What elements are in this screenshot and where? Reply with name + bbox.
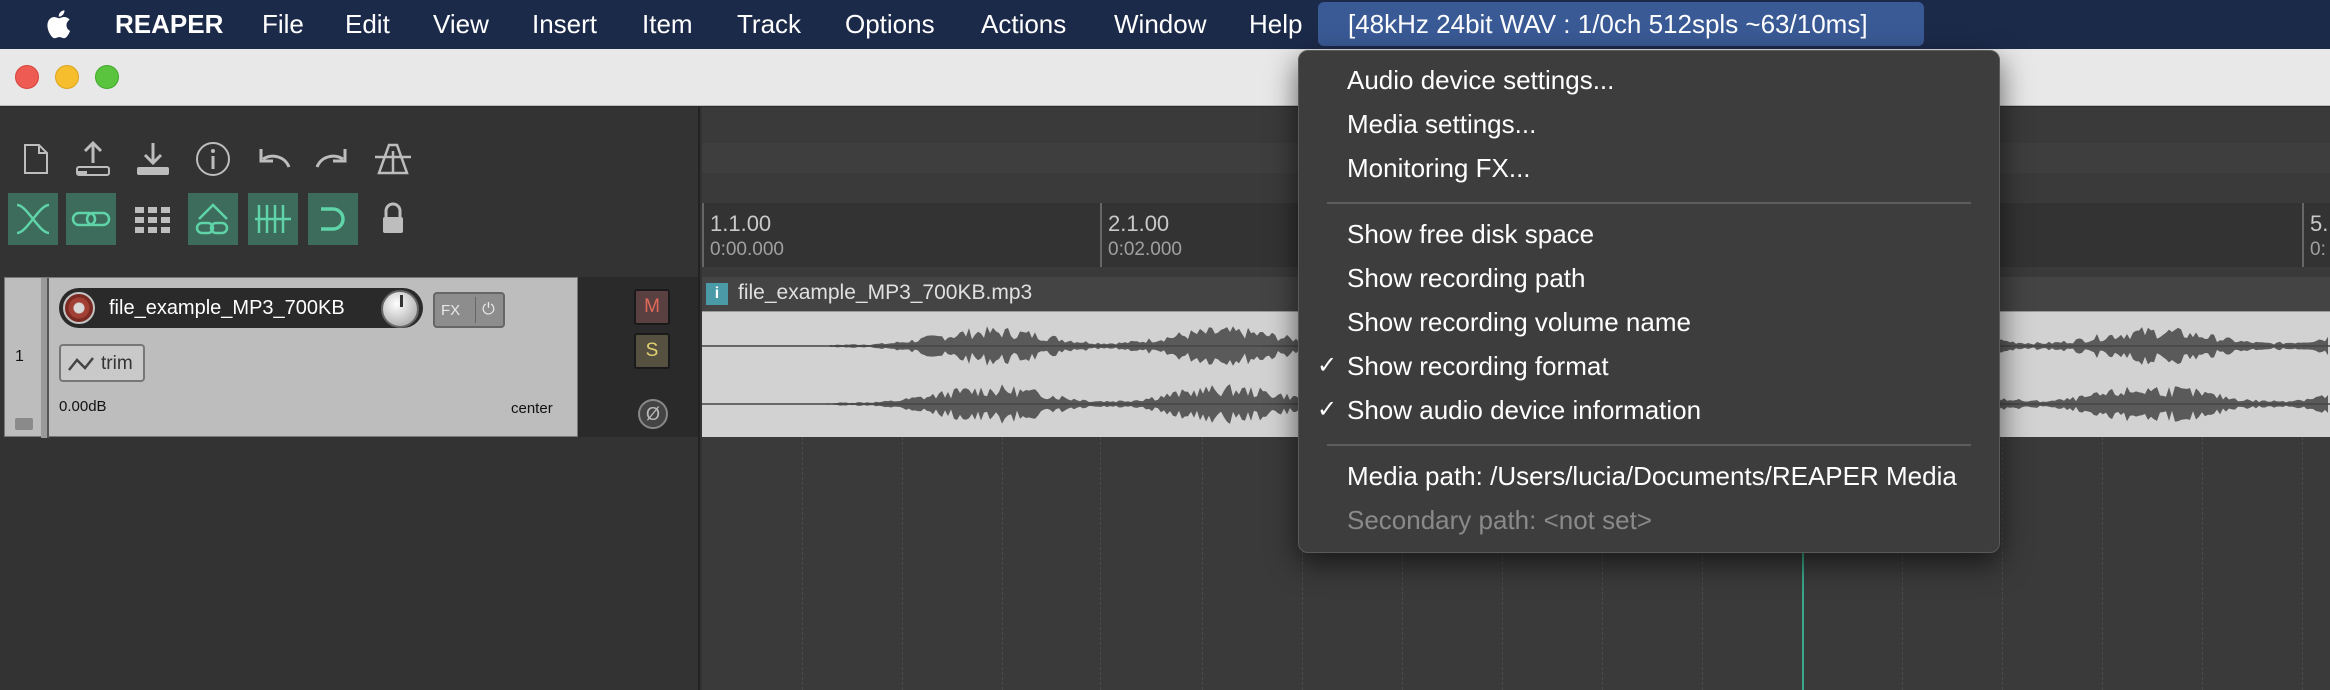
ripple-edit-icon <box>16 203 50 235</box>
checkmark-icon: ✓ <box>1317 396 1338 423</box>
menu-insert[interactable]: Insert <box>532 0 597 49</box>
menu-media-settings[interactable]: Media settings... <box>1347 109 1536 140</box>
menu-window[interactable]: Window <box>1114 0 1206 49</box>
menu-view[interactable]: View <box>433 0 489 49</box>
menu-monitoring-fx[interactable]: Monitoring FX... <box>1347 153 1531 184</box>
apple-icon[interactable] <box>42 7 72 41</box>
grouping-button[interactable] <box>66 193 116 245</box>
ruler-bar-label: 5. <box>2310 211 2329 236</box>
menu-actions[interactable]: Actions <box>981 0 1066 49</box>
track-control-area: 1 file_example_MP3_700KB FX ⏻ trim 0.00d… <box>0 107 700 690</box>
save-project-icon <box>137 143 169 175</box>
track-name[interactable]: file_example_MP3_700KB <box>109 288 345 328</box>
lock-icon <box>383 202 403 233</box>
ruler-tick <box>1100 203 1102 267</box>
volume-knob[interactable] <box>381 290 419 328</box>
record-arm-button[interactable] <box>63 292 95 324</box>
menu-secondary-path: Secondary path: <not set> <box>1347 505 1652 535</box>
envelope-link-button[interactable] <box>188 193 238 245</box>
menu-separator <box>1327 444 1971 446</box>
track-mute-solo-strip: M S Ø <box>578 277 698 437</box>
snap-icon <box>255 205 291 233</box>
zoom-window-button[interactable] <box>95 65 119 89</box>
loop-button[interactable] <box>308 193 358 245</box>
folder-icon[interactable] <box>15 418 33 430</box>
automation-mode-button[interactable]: trim <box>59 344 145 382</box>
phase-invert-button[interactable]: Ø <box>638 399 668 429</box>
ruler-bar-label: 2.1.00 <box>1108 211 1170 236</box>
ruler-tick <box>702 203 704 267</box>
fx-button[interactable]: FX ⏻ <box>433 292 505 328</box>
undo-icon <box>259 149 291 168</box>
menu-show-free-disk-space[interactable]: Show free disk space <box>1347 219 1594 250</box>
ruler-bar-label: 1.1.00 <box>710 211 772 236</box>
loop-icon <box>321 207 345 231</box>
snap-button[interactable] <box>248 193 298 245</box>
track-name-box: file_example_MP3_700KB <box>59 288 423 328</box>
menu-separator <box>1327 202 1971 204</box>
close-window-button[interactable] <box>15 65 39 89</box>
menu-file[interactable]: File <box>262 0 304 49</box>
metronome-icon <box>375 143 411 175</box>
fx-bypass-icon[interactable]: ⏻ <box>475 297 501 323</box>
open-project-icon <box>76 140 110 176</box>
fx-label: FX <box>441 302 461 319</box>
metronome-button[interactable] <box>368 133 418 185</box>
menu-options[interactable]: Options <box>845 0 935 49</box>
ruler-time-label: 0:00.000 <box>710 239 784 260</box>
project-info-icon <box>196 142 230 176</box>
pan-readout: center <box>511 400 553 417</box>
menu-audio-device-settings[interactable]: Audio device settings... <box>1347 65 1614 96</box>
grid-button[interactable] <box>128 193 178 245</box>
checkmark-icon: ✓ <box>1317 352 1338 379</box>
solo-button[interactable]: S <box>634 333 670 369</box>
lock-button[interactable] <box>368 193 418 245</box>
menu-app-name[interactable]: REAPER <box>115 0 223 49</box>
menu-show-recording-format[interactable]: Show recording format <box>1347 351 1609 382</box>
volume-readout: 0.00dB <box>59 398 107 415</box>
audio-status-menu[interactable]: [48kHz 24bit WAV : 1/0ch 512spls ~63/10m… <box>1318 2 1924 46</box>
grouping-icon <box>71 211 111 227</box>
ruler-time-label: 0:02.000 <box>1108 239 1182 260</box>
audio-status-dropdown: Audio device settings... Media settings.… <box>1298 50 2000 553</box>
new-project-button[interactable] <box>10 133 60 185</box>
menu-media-path[interactable]: Media path: /Users/lucia/Documents/REAPE… <box>1347 461 1957 492</box>
minimize-window-button[interactable] <box>55 65 79 89</box>
automation-mode-label: trim <box>101 353 133 374</box>
menu-show-recording-path[interactable]: Show recording path <box>1347 263 1585 294</box>
open-project-button[interactable] <box>68 133 118 185</box>
menu-edit[interactable]: Edit <box>345 0 390 49</box>
ripple-edit-button[interactable] <box>8 193 58 245</box>
ruler-time-label: 0: <box>2310 239 2326 260</box>
menu-help[interactable]: Help <box>1249 0 1302 49</box>
grid-icon <box>135 207 170 233</box>
track-number: 1 <box>15 348 24 365</box>
project-info-button[interactable] <box>188 133 238 185</box>
menu-item[interactable]: Item <box>642 0 693 49</box>
track-color-strip <box>41 278 49 438</box>
menu-bar: REAPER File Edit View Insert Item Track … <box>0 0 2330 49</box>
menu-track[interactable]: Track <box>737 0 801 49</box>
media-item-name: file_example_MP3_700KB.mp3 <box>738 281 1033 304</box>
redo-icon <box>315 149 347 168</box>
menu-show-audio-device-information[interactable]: Show audio device information <box>1347 395 1701 426</box>
item-info-icon[interactable]: i <box>706 283 728 305</box>
redo-button[interactable] <box>308 133 358 185</box>
track-panel[interactable]: 1 file_example_MP3_700KB FX ⏻ trim 0.00d… <box>4 277 578 438</box>
envelope-icon <box>68 357 94 371</box>
ruler-tick <box>2302 203 2304 267</box>
mute-button[interactable]: M <box>634 289 670 325</box>
menu-show-recording-volume-name[interactable]: Show recording volume name <box>1347 307 1691 338</box>
undo-button[interactable] <box>248 133 298 185</box>
save-project-button[interactable] <box>128 133 178 185</box>
new-project-icon <box>24 144 48 174</box>
envelope-link-icon <box>195 203 229 235</box>
